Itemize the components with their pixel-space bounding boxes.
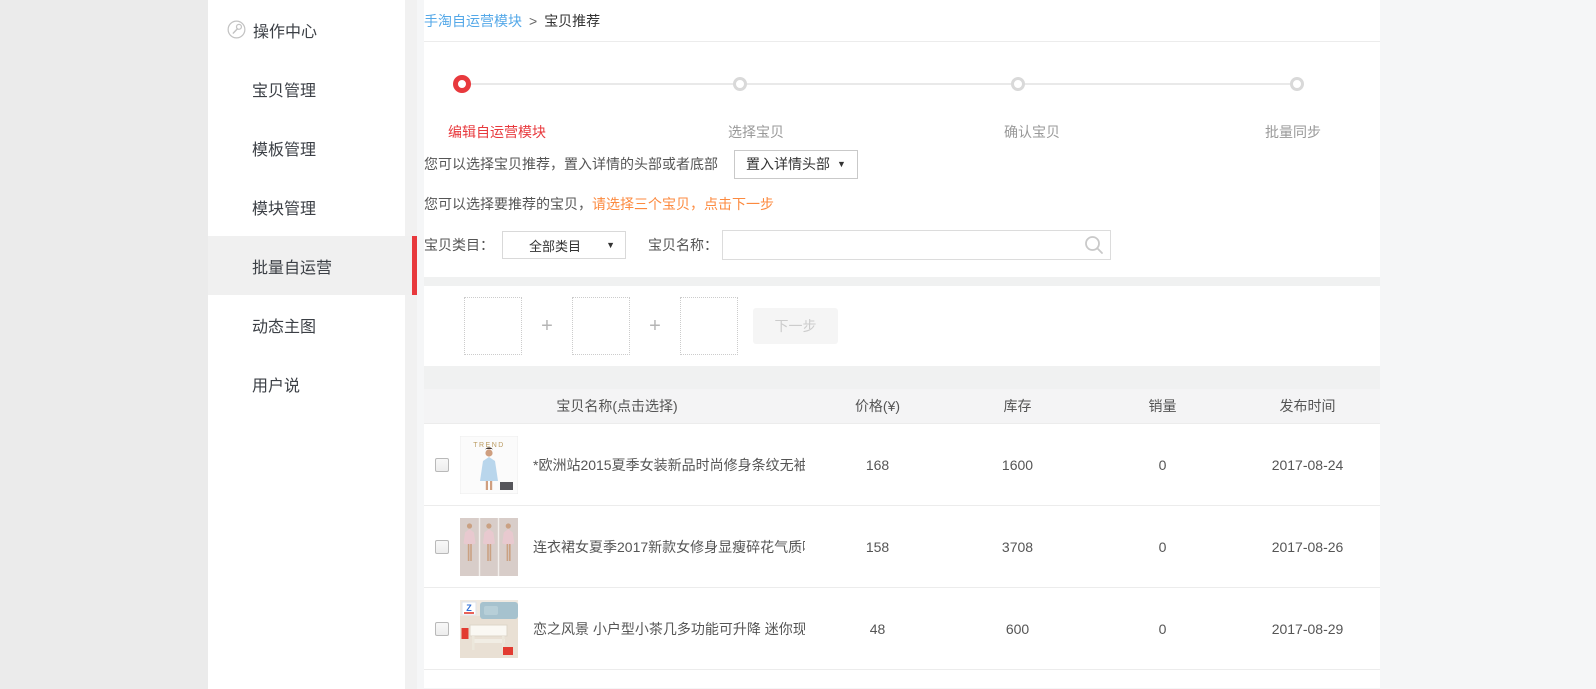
category-dropdown-value: 全部类目 [529,236,581,255]
sidebar-item-user-says[interactable]: 用户说 [208,354,405,413]
sidebar-item-batch-self-operation[interactable]: 批量自运营 [208,236,417,295]
step-dot-select-items [733,77,747,91]
cell-price: 158 [810,539,945,555]
breadcrumb-link-module[interactable]: 手淘自运营模块 [424,11,522,31]
selection-card: + + 下一步 [424,286,1380,366]
sidebar-item-label: 模块管理 [252,195,316,219]
main-content: 手淘自运营模块 > 宝贝推荐 编辑自运营模块 选择宝贝 确认宝贝 批量同步 您可… [424,0,1380,689]
header-sales: 销量 [1090,396,1235,416]
section-divider [424,366,1380,389]
sidebar-item-label: 动态主图 [252,313,316,337]
sidebar-item-module-management[interactable]: 模块管理 [208,177,405,236]
sidebar-item-item-management[interactable]: 宝贝管理 [208,59,405,118]
row-checkbox[interactable] [435,458,449,472]
sidebar-item-template-management[interactable]: 模板管理 [208,118,405,177]
plus-sign: + [630,315,680,338]
cell-price: 48 [810,621,945,637]
cell-price: 168 [810,457,945,473]
search-icon[interactable] [1083,234,1105,259]
cell-stock: 1600 [945,457,1090,473]
selection-slot-3[interactable] [680,297,738,355]
left-margin [0,0,208,689]
product-title[interactable]: *欧洲站2015夏季女装新品时尚修身条纹无袖背 [533,455,805,475]
step-label-batch-sync: 批量同步 [1265,122,1321,142]
next-step-button[interactable]: 下一步 [753,308,838,344]
sidebar-item-label: 宝贝管理 [252,77,316,101]
step-label-edit-module: 编辑自运营模块 [448,122,546,142]
cell-sales: 0 [1090,539,1235,555]
intro-line-2-prefix: 您可以选择要推荐的宝贝， [424,194,592,214]
header-stock: 库存 [945,396,1090,416]
product-image [460,518,518,576]
plus-sign: + [522,315,572,338]
cell-sales: 0 [1090,457,1235,473]
cell-date: 2017-08-24 [1235,457,1380,473]
table-row[interactable]: Z 恋之风景 小户型小茶几多功能可升降 迷你现代 48 600 0 2017-0… [424,587,1380,669]
step-label-confirm-items: 确认宝贝 [1004,122,1060,142]
table-header-row: 宝贝名称(点击选择) 价格(¥) 库存 销量 发布时间 [424,389,1380,423]
cell-sales: 0 [1090,621,1235,637]
items-table: 宝贝名称(点击选择) 价格(¥) 库存 销量 发布时间 TREND [424,389,1380,688]
step-label-select-items: 选择宝贝 [728,122,784,142]
category-filter-label: 宝贝类目： [424,235,494,255]
table-row-partial [424,669,1380,688]
stepper-line [462,83,1297,85]
sidebar-item-dynamic-main-image[interactable]: 动态主图 [208,295,405,354]
row-checkbox[interactable] [435,540,449,554]
sidebar-item-label: 用户说 [252,372,300,396]
cell-stock: 600 [945,621,1090,637]
product-image: TREND [460,436,518,494]
sidebar-item-label: 批量自运营 [252,254,332,278]
cell-date: 2017-08-26 [1235,539,1380,555]
item-name-search-input[interactable] [722,230,1111,260]
header-price: 价格(¥) [810,396,945,416]
breadcrumb: 手淘自运营模块 > 宝贝推荐 [424,0,1380,42]
svg-text:Z: Z [466,603,472,613]
name-filter-label: 宝贝名称： [648,235,718,255]
placement-dropdown-value: 置入详情头部 [746,154,830,174]
caret-down-icon: ▼ [606,240,615,250]
product-title[interactable]: 连衣裙女夏季2017新款女修身显瘦碎花气质喇 [533,537,805,557]
cell-date: 2017-08-29 [1235,621,1380,637]
header-publish-date: 发布时间 [1235,396,1380,416]
product-title[interactable]: 恋之风景 小户型小茶几多功能可升降 迷你现代 [533,619,805,639]
row-checkbox[interactable] [435,622,449,636]
placement-dropdown[interactable]: 置入详情头部 ▼ [734,150,858,179]
step-dot-batch-sync [1290,77,1304,91]
intro-line-2-highlight: 请选择三个宝贝，点击下一步 [592,194,774,214]
caret-down-icon: ▼ [837,159,846,169]
cell-stock: 3708 [945,539,1090,555]
sidebar: 操作中心 宝贝管理 模板管理 模块管理 批量自运营 动态主图 用户说 [208,0,417,689]
product-image: Z [460,600,518,658]
breadcrumb-separator: > [529,13,537,29]
sidebar-item-label: 操作中心 [253,18,317,42]
step-dot-confirm-items [1011,77,1025,91]
sidebar-item-label: 模板管理 [252,136,316,160]
section-divider [424,277,1380,286]
selection-slot-1[interactable] [464,297,522,355]
header-item-name: 宝贝名称(点击选择) [424,396,810,416]
selection-slot-2[interactable] [572,297,630,355]
sidebar-item-operation-center[interactable]: 操作中心 [208,0,405,59]
breadcrumb-current: 宝贝推荐 [544,11,600,31]
step-dot-edit-module [453,75,471,93]
stepper: 编辑自运营模块 选择宝贝 确认宝贝 批量同步 [424,42,1380,135]
wrench-circle-icon [227,20,246,39]
table-row[interactable]: 连衣裙女夏季2017新款女修身显瘦碎花气质喇 158 3708 0 2017-0… [424,505,1380,587]
intro-line-1: 您可以选择宝贝推荐，置入详情的头部或者底部 [424,154,718,174]
table-row[interactable]: TREND *欧洲站2015夏季女装新品时尚修身条纹无袖背 168 1600 0… [424,423,1380,505]
category-dropdown[interactable]: 全部类目 ▼ [502,231,626,259]
